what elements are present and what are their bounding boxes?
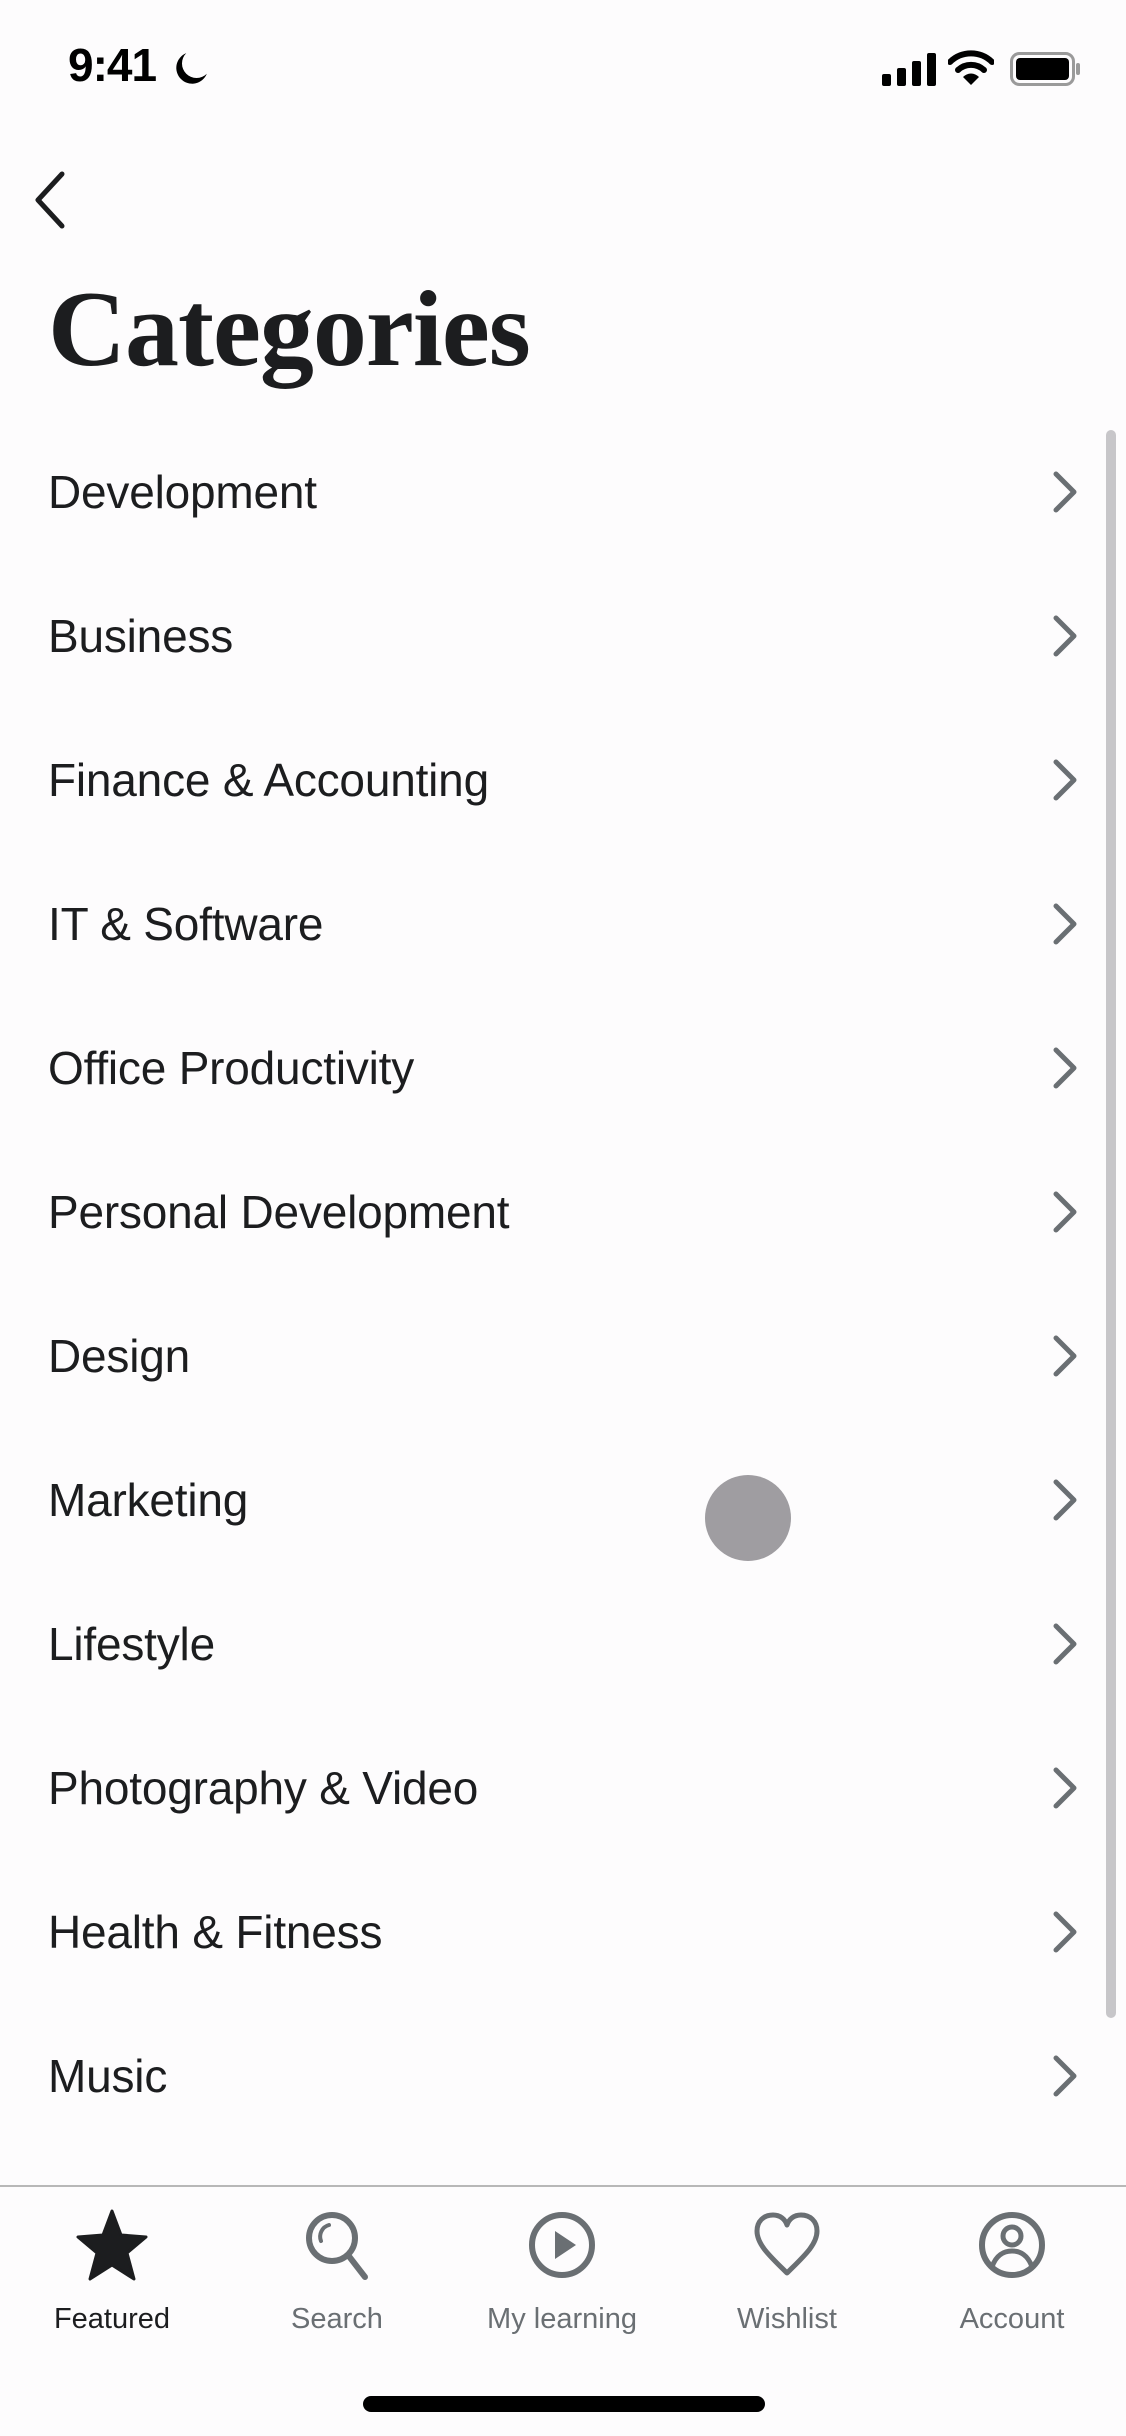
tab-account[interactable]: Account — [912, 2207, 1112, 2357]
category-item-lifestyle[interactable]: Lifestyle — [0, 1572, 1126, 1716]
chevron-right-icon — [1053, 2055, 1077, 2097]
category-item-design[interactable]: Design — [0, 1284, 1126, 1428]
heart-icon — [754, 2212, 820, 2276]
category-label: Lifestyle — [48, 1618, 215, 1670]
chevron-right-icon — [1053, 1623, 1077, 1665]
category-label: IT & Software — [48, 898, 324, 950]
category-label: Photography & Video — [48, 1762, 479, 1814]
category-item-finance-accounting[interactable]: Finance & Accounting — [0, 708, 1126, 852]
back-button[interactable] — [20, 160, 80, 240]
play-circle-icon — [529, 2212, 595, 2278]
tab-wishlist[interactable]: Wishlist — [687, 2207, 887, 2357]
chevron-right-icon — [1053, 1191, 1077, 1233]
cellular-signal-icon — [882, 53, 936, 86]
tab-featured[interactable]: Featured — [12, 2207, 212, 2357]
category-item-development[interactable]: Development — [0, 420, 1126, 564]
chevron-right-icon — [1053, 1911, 1077, 1953]
scrollbar[interactable] — [1106, 430, 1116, 2018]
tab-label: Search — [291, 2303, 383, 2335]
category-label: Design — [48, 1330, 190, 1382]
tab-label: Featured — [53, 2303, 171, 2335]
category-item-it-software[interactable]: IT & Software — [0, 852, 1126, 996]
category-label: Music — [48, 2050, 168, 2102]
category-item-personal-development[interactable]: Personal Development — [0, 1140, 1126, 1284]
battery-icon — [1010, 52, 1080, 86]
chevron-right-icon — [1053, 1335, 1077, 1377]
category-label: Development — [48, 466, 317, 518]
tab-label: Wishlist — [737, 2303, 837, 2335]
category-item-business[interactable]: Business — [0, 564, 1126, 708]
tab-search[interactable]: Search — [237, 2207, 437, 2357]
chevron-right-icon — [1053, 615, 1077, 657]
moon-icon — [176, 53, 207, 84]
chevron-right-icon — [1053, 1479, 1077, 1521]
category-label: Business — [48, 610, 234, 662]
wifi-icon — [948, 50, 994, 85]
star-icon — [76, 2209, 148, 2281]
category-label: Health & Fitness — [48, 1906, 383, 1958]
chevron-right-icon — [1053, 1767, 1077, 1809]
account-icon — [979, 2212, 1045, 2278]
page-title: Categories — [48, 270, 531, 389]
search-icon — [306, 2212, 368, 2280]
category-list: Development Business Finance & Accountin… — [0, 420, 1126, 2148]
category-label: Marketing — [48, 1474, 249, 1526]
category-item-music[interactable]: Music — [0, 2004, 1126, 2148]
tab-my-learning[interactable]: My learning — [462, 2207, 662, 2357]
home-indicator — [363, 2396, 765, 2412]
chevron-right-icon — [1053, 759, 1077, 801]
status-bar: 9:41 — [0, 0, 1126, 140]
category-item-marketing[interactable]: Marketing — [0, 1428, 1126, 1572]
category-item-photography-video[interactable]: Photography & Video — [0, 1716, 1126, 1860]
chevron-right-icon — [1053, 471, 1077, 513]
category-label: Personal Development — [48, 1186, 510, 1238]
status-time: 9:41 — [68, 39, 157, 91]
chevron-left-icon — [35, 171, 65, 229]
tab-label: Account — [959, 2303, 1065, 2335]
category-item-office-productivity[interactable]: Office Productivity — [0, 996, 1126, 1140]
category-label: Finance & Accounting — [48, 754, 489, 806]
category-item-health-fitness[interactable]: Health & Fitness — [0, 1860, 1126, 2004]
chevron-right-icon — [1053, 1047, 1077, 1089]
chevron-right-icon — [1053, 903, 1077, 945]
touch-indicator — [705, 1475, 791, 1561]
tab-label: My learning — [487, 2303, 637, 2335]
category-label: Office Productivity — [48, 1042, 415, 1094]
